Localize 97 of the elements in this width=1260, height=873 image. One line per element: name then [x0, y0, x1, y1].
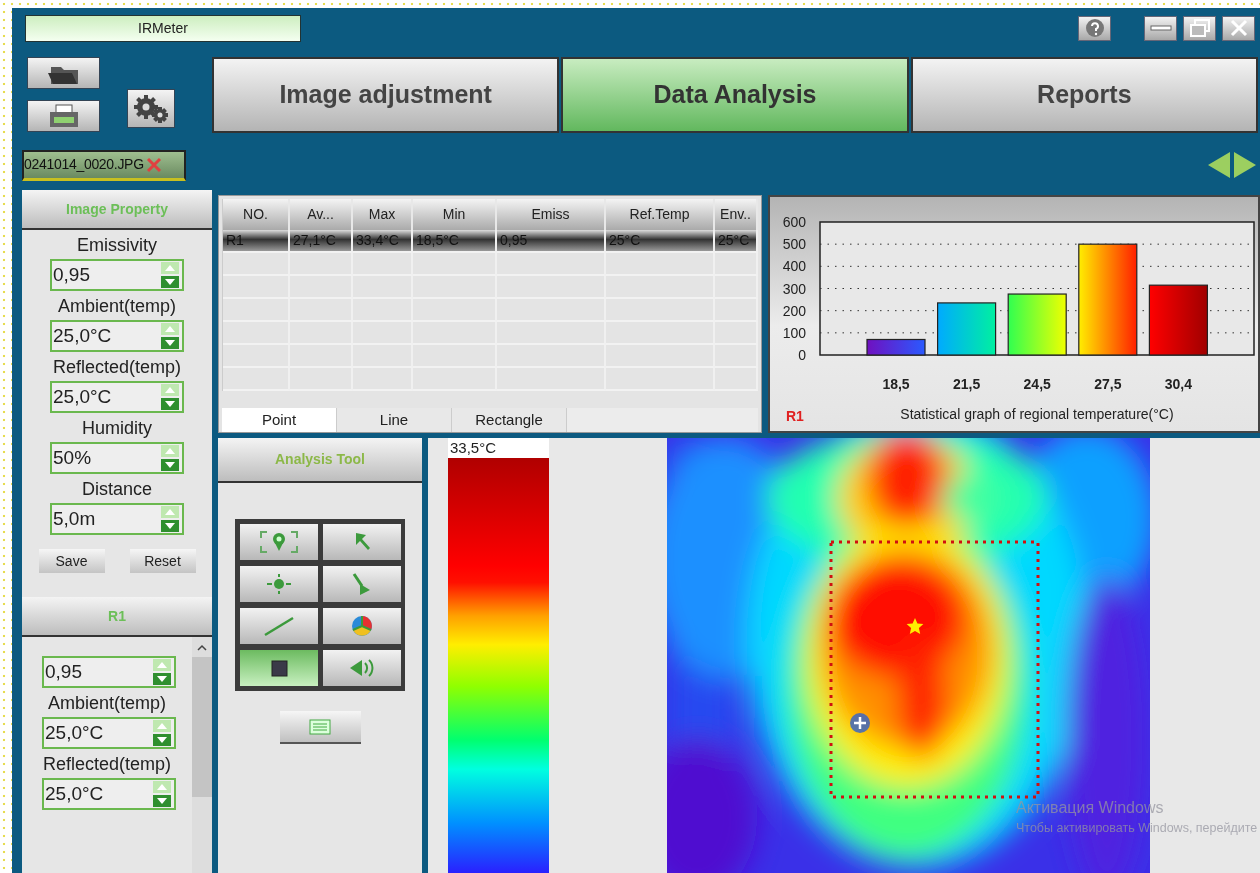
chevron-up-icon[interactable]	[196, 643, 208, 653]
print-button[interactable]	[27, 100, 100, 132]
spin-field[interactable]: 25,0°C	[42, 717, 176, 749]
table-cell: 25°C	[715, 230, 758, 253]
minimize-button[interactable]	[1144, 15, 1177, 41]
table-cell: 0,95	[497, 230, 606, 253]
empty-cell	[223, 276, 290, 299]
column-header[interactable]: NO.	[223, 199, 290, 230]
help-button[interactable]	[1078, 15, 1111, 41]
settings-button[interactable]	[127, 89, 175, 128]
cold-spot-marker-icon	[850, 713, 870, 733]
histogram-bar	[1148, 284, 1208, 356]
restore-button[interactable]	[1183, 15, 1216, 41]
spinner-arrows-icon[interactable]	[161, 323, 179, 349]
spinner-arrows-icon[interactable]	[161, 506, 179, 532]
y-tick-label: 200	[782, 302, 806, 319]
panel-button[interactable]: Reset	[129, 549, 196, 573]
column-header[interactable]: Emiss	[497, 199, 606, 230]
help-icon	[1084, 18, 1105, 38]
restore-icon	[1188, 19, 1211, 37]
spinner-arrows-icon[interactable]	[153, 720, 171, 746]
field-label: Reflected(temp)	[51, 356, 183, 378]
y-tick-label: 500	[782, 236, 806, 253]
field-label: Ambient(temp)	[46, 692, 167, 714]
spin-field[interactable]: 0,95	[50, 259, 184, 291]
tool-button[interactable]	[240, 650, 318, 686]
open-folder-button[interactable]	[27, 57, 100, 89]
panel-button[interactable]: Save	[38, 549, 105, 573]
spinner-arrows-icon[interactable]	[153, 781, 171, 807]
window-title: IRMeter	[25, 14, 301, 42]
x-axis-title: Statistical graph of regional temperature(°C)	[900, 406, 1174, 422]
file-name: 0241014_0020.JPG	[24, 155, 144, 174]
spin-field[interactable]: 50%	[50, 442, 184, 474]
field-label: Reflected(temp)	[41, 753, 173, 775]
y-tick-label: 600	[782, 214, 806, 230]
spinner-arrows-icon[interactable]	[161, 445, 179, 471]
spin-field[interactable]: 25,0°C	[50, 381, 184, 413]
tab[interactable]: Line	[337, 408, 452, 432]
close-icon	[1229, 19, 1248, 37]
x-tick-label: 30,4	[1164, 376, 1193, 392]
column-header[interactable]: Max	[353, 199, 413, 230]
spinner-arrows-icon[interactable]	[161, 384, 179, 410]
tab[interactable]: Image adjustment	[212, 57, 560, 133]
hotspot-star-icon	[906, 618, 924, 634]
x-tick-label: 21,5	[952, 376, 981, 392]
column-header[interactable]: Env..	[715, 199, 758, 230]
scrollbar[interactable]	[192, 637, 212, 873]
close-button[interactable]	[1222, 15, 1255, 41]
spin-field[interactable]: 5,0m	[50, 503, 184, 535]
empty-cell	[223, 368, 290, 391]
x-tick-label: 27,5	[1094, 376, 1122, 392]
table-cell: 27,1°C	[290, 230, 353, 253]
y-tick-label: 300	[782, 280, 806, 297]
spinner-arrows-icon[interactable]	[161, 262, 179, 288]
y-tick-label: 100	[782, 324, 806, 341]
tab[interactable]: Reports	[910, 57, 1258, 133]
empty-cell	[223, 253, 290, 276]
previous-arrow-icon[interactable]	[1207, 151, 1231, 179]
x-tick-label: 24,5	[1023, 376, 1051, 392]
document-icon	[309, 718, 331, 735]
gear-icon	[132, 93, 170, 124]
histogram-bar	[937, 302, 997, 356]
field-label: Humidity	[81, 417, 153, 439]
tab[interactable]: Point	[222, 408, 337, 432]
table-cell: 25°C	[606, 230, 715, 253]
histogram-bar	[866, 338, 926, 356]
table-cell: R1	[223, 230, 290, 253]
column-header[interactable]: Ref.Temp	[606, 199, 715, 230]
histogram-bar	[1007, 293, 1067, 356]
empty-cell	[223, 345, 290, 368]
minimize-icon	[1149, 24, 1172, 32]
next-arrow-icon[interactable]	[1233, 151, 1257, 179]
x-tick-label: 18,5	[882, 376, 910, 392]
field-label: Distance	[81, 478, 153, 500]
empty-cell	[223, 299, 290, 322]
field-label: Ambient(temp)	[56, 295, 177, 317]
file-tab[interactable]: 0241014_0020.JPG	[22, 149, 186, 181]
measurement-rectangle[interactable]	[829, 540, 1040, 799]
tool-button[interactable]	[323, 608, 401, 644]
tab[interactable]: Rectangle	[452, 408, 567, 432]
spin-field[interactable]: 25,0°C	[42, 778, 176, 810]
region-label: R1	[786, 408, 804, 424]
scale-max-label: 33,5°C	[448, 438, 549, 458]
empty-cell	[223, 322, 290, 345]
field-label: Emissivity	[76, 234, 158, 256]
y-tick-label: 400	[782, 258, 806, 275]
report-button[interactable]	[279, 711, 361, 744]
column-header[interactable]: Min	[413, 199, 497, 230]
table-cell: 33,4°C	[353, 230, 413, 253]
table-cell: 18,5°C	[413, 230, 497, 253]
region-point-icon	[259, 530, 299, 554]
y-tick-label: 0	[798, 347, 806, 363]
spinner-arrows-icon[interactable]	[153, 659, 171, 685]
spin-field[interactable]: 25,0°C	[50, 320, 184, 352]
tab[interactable]: Data Analysis	[561, 57, 909, 133]
column-header[interactable]: Av...	[290, 199, 353, 230]
spin-field[interactable]: 0,95	[42, 656, 176, 688]
